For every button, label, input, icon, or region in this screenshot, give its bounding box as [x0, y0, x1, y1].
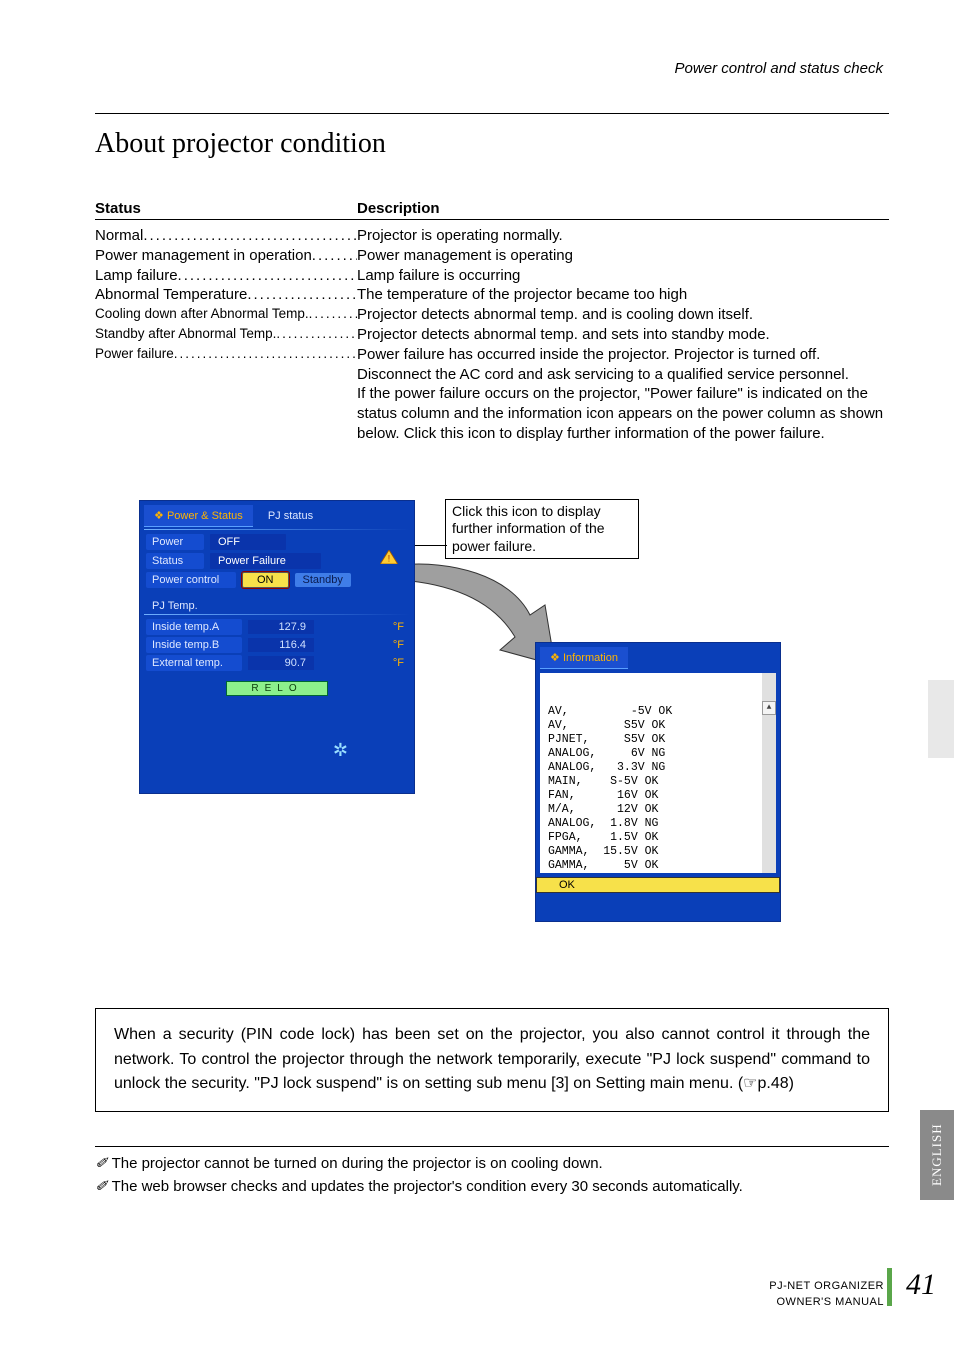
header-rule [95, 113, 889, 114]
pen-icon: ✐ [95, 1179, 108, 1195]
temp-value: 116.4 [248, 638, 314, 652]
status-row: Power management in operation...........… [95, 246, 889, 266]
leader-dots: ........................................… [178, 266, 357, 286]
panel-title-icon: ❖ [154, 510, 164, 522]
footnote-1: ✐The projector cannot be turned on durin… [95, 1153, 889, 1176]
status-description: Power management is operating [357, 246, 889, 266]
svg-text:!: ! [388, 553, 390, 563]
status-label: Power management in operation [95, 246, 312, 266]
status-label: Abnormal Temperature [95, 285, 247, 305]
footer-line2: OWNER'S MANUAL [769, 1295, 884, 1310]
status-description: Lamp failure is occurring [357, 266, 889, 286]
temp-row: External temp. 90.7 °F [146, 655, 408, 671]
power-status-panel: ❖ Power & Status PJ status Power OFF ! S… [139, 500, 415, 794]
footnotes: ✐The projector cannot be turned on durin… [95, 1146, 889, 1199]
status-row: Cooling down after Abnormal Temp........… [95, 305, 889, 325]
on-button[interactable]: ON [242, 572, 289, 588]
leader-dots: ........................................… [312, 246, 357, 266]
status-label: Status [146, 553, 204, 569]
footnote-2: ✐The web browser checks and updates the … [95, 1176, 889, 1199]
fan-icon: ✲ [333, 740, 348, 761]
status-description: The temperature of the projector became … [357, 285, 889, 305]
footer: PJ-NET ORGANIZER OWNER'S MANUAL [769, 1279, 884, 1310]
temp-label: Inside temp.A [146, 619, 242, 635]
temp-row: Inside temp.B 116.4 °F [146, 637, 408, 653]
temp-unit: °F [393, 621, 408, 633]
information-panel: ❖ Information AV, -5V OK AV, S5V OK PJNE… [535, 642, 781, 922]
temp-label: External temp. [146, 655, 242, 671]
side-english-tab: ENGLISH [920, 1110, 954, 1200]
section-underline [144, 529, 410, 530]
status-value: Power Failure [210, 553, 321, 569]
temp-value: 90.7 [248, 656, 314, 670]
status-row: Lamp failure............................… [95, 266, 889, 286]
info-title-text: Information [563, 652, 618, 664]
status-row: Normal..................................… [95, 226, 889, 246]
status-label: Normal [95, 226, 143, 246]
status-row: Power failure...........................… [95, 345, 889, 385]
temp-value: 127.9 [248, 620, 314, 634]
section-underline-2 [144, 614, 410, 615]
pj-temp-section: PJ Temp. [144, 596, 212, 612]
scroll-track[interactable] [762, 743, 776, 873]
caution-icon[interactable]: ! [380, 550, 398, 564]
leader-dots: ........................................… [143, 226, 357, 246]
leader-dots: ........................................… [174, 345, 357, 363]
pen-icon: ✐ [95, 1156, 108, 1172]
status-label: Power failure [95, 345, 174, 363]
header-subtitle: Power control and status check [95, 60, 883, 77]
security-note-box: When a security (PIN code lock) has been… [95, 1008, 889, 1112]
ok-button[interactable]: OK [536, 877, 780, 893]
power-failure-extra-text: If the power failure occurs on the proje… [357, 384, 889, 443]
info-body: AV, -5V OK AV, S5V OK PJNET, S5V OK ANAL… [540, 673, 776, 873]
info-title-tab: ❖ Information [540, 647, 628, 669]
relo-button[interactable]: RELO [226, 681, 328, 696]
status-table-body: Normal..................................… [95, 226, 889, 384]
footer-line1: PJ-NET ORGANIZER [769, 1279, 884, 1294]
status-description: Projector is operating normally. [357, 226, 889, 246]
status-label: Standby after Abnormal Temp. [95, 325, 276, 343]
status-row: Abnormal Temperature....................… [95, 285, 889, 305]
status-description: Projector detects abnormal temp. and set… [357, 325, 889, 345]
scrollbar[interactable]: ▲ ▼ [762, 673, 776, 873]
page-title: About projector condition [95, 128, 889, 160]
panel-title-text: Power & Status [167, 510, 243, 522]
power-control-label: Power control [146, 572, 236, 588]
temp-row: Inside temp.A 127.9 °F [146, 619, 408, 635]
leader-dots: ........................................… [247, 285, 357, 305]
status-label: Lamp failure [95, 266, 178, 286]
col-header-description: Description [357, 200, 889, 217]
status-row: Standby after Abnormal Temp.............… [95, 325, 889, 345]
col-header-status: Status [95, 200, 357, 217]
status-description: Power failure has occurred inside the pr… [357, 345, 889, 385]
callout-leader-line [413, 545, 447, 546]
info-title-icon: ❖ [550, 652, 560, 664]
standby-button[interactable]: Standby [295, 573, 351, 587]
footer-green-bar [887, 1268, 892, 1306]
power-value: OFF [210, 534, 286, 550]
temp-label: Inside temp.B [146, 637, 242, 653]
temp-unit: °F [393, 639, 408, 651]
scroll-up-button[interactable]: ▲ [762, 701, 776, 715]
leader-dots: ........................................… [276, 325, 357, 343]
callout-box: Click this icon to display further infor… [445, 499, 639, 560]
status-description: Projector detects abnormal temp. and is … [357, 305, 889, 325]
status-label: Cooling down after Abnormal Temp. [95, 305, 309, 323]
page-number: 41 [906, 1268, 936, 1302]
power-label: Power [146, 534, 204, 550]
panel-title-tab: ❖ Power & Status [144, 505, 253, 527]
status-table-header: Status Description [95, 200, 889, 220]
side-tab [928, 680, 954, 758]
leader-dots: ........................................… [309, 305, 357, 323]
pj-status-section: PJ status [260, 506, 327, 522]
temp-unit: °F [393, 657, 408, 669]
